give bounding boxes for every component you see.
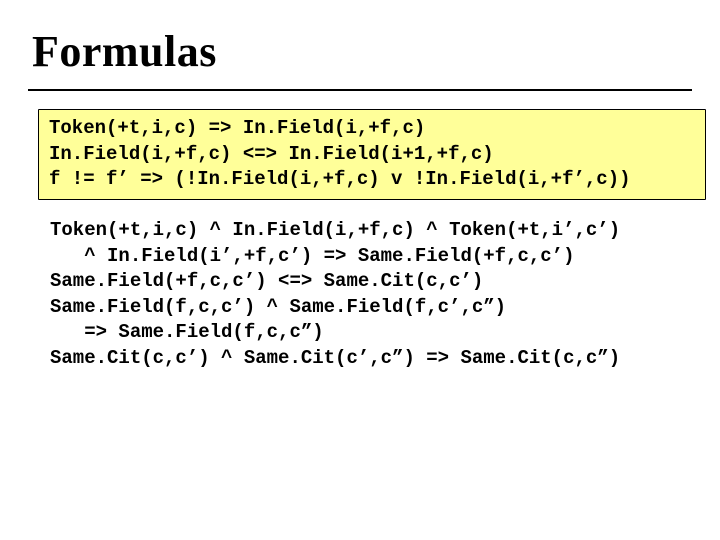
formula-line: Same.Cit(c,c’) ^ Same.Cit(c’,c”) => Same…: [50, 347, 620, 369]
slide-title: Formulas: [32, 26, 692, 77]
formula-line: Same.Field(f,c,c’) ^ Same.Field(f,c’,c”): [50, 296, 506, 318]
formula-line: ^ In.Field(i’,+f,c’) => Same.Field(+f,c,…: [50, 245, 575, 267]
formula-block-2: Token(+t,i,c) ^ In.Field(i,+f,c) ^ Token…: [28, 218, 692, 372]
formula-line: Token(+t,i,c) ^ In.Field(i,+f,c) ^ Token…: [50, 219, 620, 241]
formula-line: => Same.Field(f,c,c”): [50, 321, 324, 343]
formula-line: Token(+t,i,c) => In.Field(i,+f,c): [49, 117, 425, 139]
formula-line: In.Field(i,+f,c) <=> In.Field(i+1,+f,c): [49, 143, 494, 165]
formula-line: f != f’ => (!In.Field(i,+f,c) v !In.Fiel…: [49, 168, 631, 190]
slide: Formulas Token(+t,i,c) => In.Field(i,+f,…: [0, 0, 720, 540]
formula-line: Same.Field(+f,c,c’) <=> Same.Cit(c,c’): [50, 270, 483, 292]
formula-block-1: Token(+t,i,c) => In.Field(i,+f,c) In.Fie…: [38, 109, 706, 200]
title-underline: [28, 89, 692, 91]
